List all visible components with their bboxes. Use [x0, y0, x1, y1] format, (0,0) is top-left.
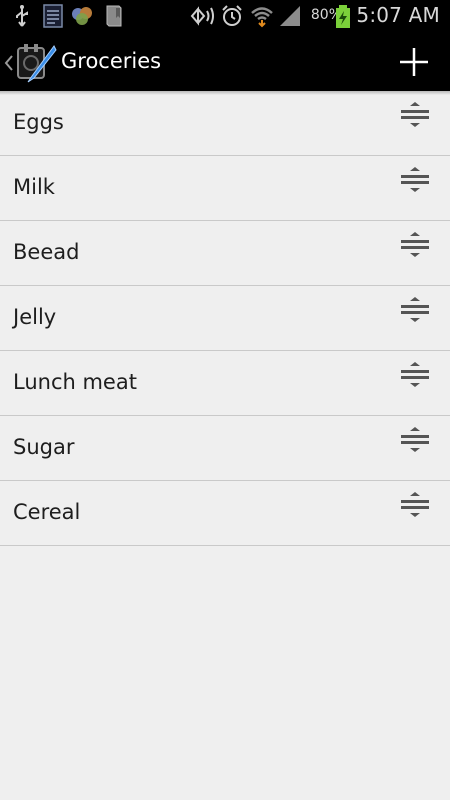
list-item[interactable]: Sugar	[0, 416, 450, 481]
document-icon	[43, 4, 63, 28]
list-item[interactable]: Lunch meat	[0, 351, 450, 416]
page-title: Groceries	[61, 49, 162, 73]
list-item[interactable]: Jelly	[0, 286, 450, 351]
up-navigation[interactable]	[4, 44, 64, 84]
status-bar: 80% 5:07 AM	[0, 0, 450, 32]
list-item-label: Lunch meat	[13, 370, 137, 394]
list-item-label: Beead	[13, 240, 80, 264]
alarm-icon	[222, 5, 242, 26]
wifi-icon	[251, 7, 273, 28]
list-item-label: Eggs	[13, 110, 64, 134]
battery-charging-icon	[336, 5, 350, 28]
nfc-icon	[190, 6, 214, 26]
plus-icon[interactable]	[398, 46, 430, 78]
list-item[interactable]: Beead	[0, 221, 450, 286]
drag-handle-icon[interactable]	[400, 362, 430, 388]
drag-handle-icon[interactable]	[400, 492, 430, 518]
usb-icon	[16, 5, 28, 27]
list-item-label: Jelly	[13, 305, 57, 329]
list-item[interactable]: Cereal	[0, 481, 450, 546]
list-item[interactable]: Milk	[0, 156, 450, 221]
chevron-left-icon	[4, 55, 13, 71]
drag-handle-icon[interactable]	[400, 427, 430, 453]
drag-handle-icon[interactable]	[400, 102, 430, 128]
drag-handle-icon[interactable]	[400, 297, 430, 323]
drag-handle-icon[interactable]	[400, 232, 430, 258]
grocery-list: Eggs Milk Beead Jelly Lunch meat Sugar C…	[0, 91, 450, 546]
list-item-label: Sugar	[13, 435, 75, 459]
drag-handle-icon[interactable]	[400, 167, 430, 193]
action-bar: Groceries	[0, 32, 450, 91]
list-item-label: Milk	[13, 175, 55, 199]
list-item-label: Cereal	[13, 500, 81, 524]
notepad-pen-icon	[17, 44, 57, 83]
app-notification-icon	[72, 7, 92, 25]
clock: 5:07 AM	[356, 3, 440, 27]
book-icon	[106, 5, 122, 27]
signal-icon	[280, 6, 300, 26]
list-item[interactable]: Eggs	[0, 91, 450, 156]
